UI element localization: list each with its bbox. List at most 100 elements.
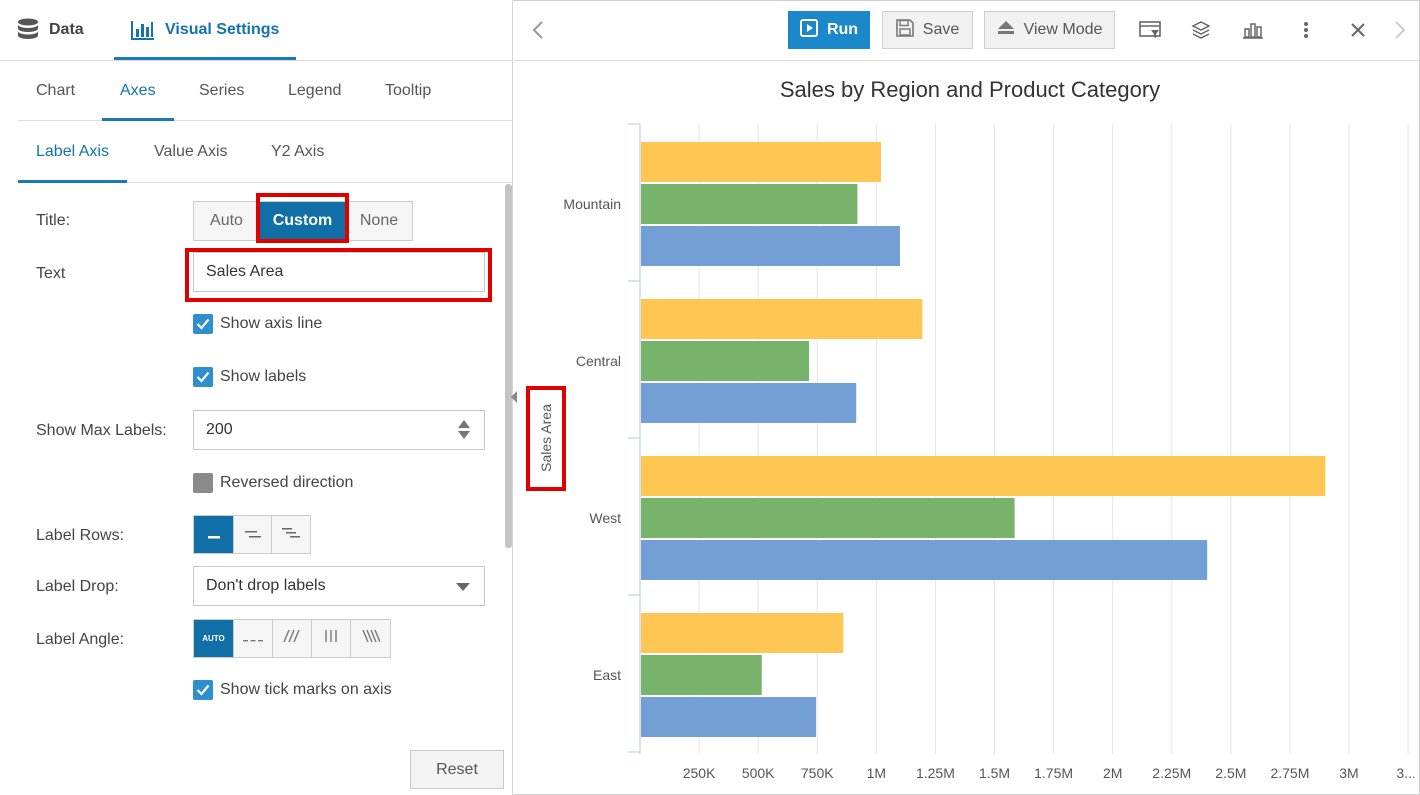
- eject-icon: [997, 20, 1015, 41]
- tab-series[interactable]: Series: [199, 61, 244, 120]
- column-chart-icon[interactable]: [1239, 16, 1267, 44]
- max-labels-label: Show Max Labels:: [36, 422, 167, 439]
- layers-icon[interactable]: [1187, 16, 1215, 44]
- max-labels-value: 200: [206, 421, 233, 438]
- settings-tabs: Chart Axes Series Legend Tooltip: [18, 61, 512, 121]
- checkmark-icon: [193, 367, 213, 387]
- unchecked-box-icon: [193, 473, 213, 493]
- tab-legend[interactable]: Legend: [288, 61, 341, 120]
- tab-data[interactable]: Data: [17, 0, 84, 60]
- label-drop-select[interactable]: Don't drop labels: [193, 566, 485, 606]
- label-angle-toggle: AUTO: [193, 619, 391, 658]
- bar-mountain-series-3[interactable]: [641, 226, 900, 266]
- tab-label-axis[interactable]: Label Axis: [18, 121, 127, 183]
- form-scrollbar-thumb[interactable]: [505, 184, 512, 548]
- tab-axes[interactable]: Axes: [102, 61, 173, 121]
- bar-west-series-1[interactable]: [641, 456, 1326, 496]
- chart-title: Sales by Region and Product Category: [779, 77, 1161, 102]
- checkmark-icon: [193, 314, 213, 334]
- checkmark-icon: [193, 680, 213, 700]
- category-label-west: West: [589, 510, 621, 526]
- one-row-icon: [207, 526, 220, 544]
- run-button[interactable]: Run: [788, 11, 870, 49]
- angle-horizontal-option[interactable]: [234, 620, 273, 657]
- x-tick-label: 250K: [683, 765, 716, 781]
- label-angle-label: Label Angle:: [36, 631, 125, 648]
- run-label: Run: [826, 21, 859, 38]
- bar-mountain-series-1[interactable]: [641, 142, 882, 182]
- show-tick-marks-checkbox[interactable]: Show tick marks on axis: [193, 680, 392, 700]
- show-axis-line-checkbox[interactable]: Show axis line: [193, 314, 322, 334]
- tab-value-axis[interactable]: Value Axis: [154, 121, 228, 182]
- reversed-direction-label: Reversed direction: [220, 474, 354, 491]
- bar-east-series-3[interactable]: [641, 697, 817, 737]
- title-none-option[interactable]: None: [346, 202, 412, 240]
- bar-chart: 250K 500K 750K 1M 1.25M 1.5M 1.75M 2M 2.25M 2.5M 2…: [526, 123, 1414, 781]
- bar-central-series-2[interactable]: [641, 341, 809, 381]
- bar-east-series-1[interactable]: [641, 613, 844, 653]
- x-tick-label: 1M: [867, 765, 886, 781]
- x-tick-label: 1.75M: [1034, 765, 1073, 781]
- x-tick-label: 1.25M: [916, 765, 955, 781]
- tab-chart[interactable]: Chart: [36, 61, 75, 120]
- label-rows-one-option[interactable]: [194, 516, 234, 553]
- reversed-direction-checkbox[interactable]: Reversed direction: [193, 473, 353, 493]
- view-mode-button[interactable]: View Mode: [984, 11, 1115, 49]
- angle-auto-option[interactable]: AUTO: [194, 620, 234, 657]
- reset-button[interactable]: Reset: [410, 750, 504, 789]
- bar-central-series-3[interactable]: [641, 383, 857, 423]
- show-labels-label: Show labels: [220, 368, 307, 385]
- x-tick-label: 2.5M: [1215, 765, 1246, 781]
- chevron-right-icon[interactable]: [1386, 16, 1414, 44]
- angle-minus-45-option[interactable]: [351, 620, 390, 657]
- bar-west-series-3[interactable]: [641, 540, 1208, 580]
- show-tick-marks-label: Show tick marks on axis: [220, 681, 392, 698]
- angle-45-option[interactable]: [273, 620, 312, 657]
- three-rows-icon: [280, 526, 302, 544]
- tab-visual-settings[interactable]: Visual Settings: [113, 0, 297, 60]
- angle-minus-45-icon: [361, 629, 381, 648]
- save-label: Save: [922, 21, 960, 38]
- bar-mountain-series-2[interactable]: [641, 184, 858, 224]
- angle-90-option[interactable]: [312, 620, 351, 657]
- tab-tooltip[interactable]: Tooltip: [385, 61, 431, 120]
- y-axis-title[interactable]: Sales Area: [538, 404, 554, 472]
- bar-east-series-2[interactable]: [641, 655, 762, 695]
- more-options-icon[interactable]: [1292, 16, 1320, 44]
- text-label: Text: [36, 265, 66, 282]
- tab-y2-axis[interactable]: Y2 Axis: [271, 121, 324, 182]
- max-labels-input[interactable]: 200: [193, 410, 485, 450]
- chevron-left-icon[interactable]: [524, 16, 552, 44]
- x-tick-label: 500K: [742, 765, 775, 781]
- tab-data-label: Data: [49, 21, 84, 38]
- save-button[interactable]: Save: [882, 11, 973, 49]
- x-tick-label: 750K: [801, 765, 834, 781]
- angle-90-icon: [324, 629, 338, 648]
- label-drop-label: Label Drop:: [36, 578, 119, 595]
- title-auto-option[interactable]: Auto: [194, 202, 260, 240]
- bar-central-series-1[interactable]: [641, 299, 923, 339]
- angle-0-icon: [243, 630, 263, 648]
- chart-toolbar: Run Save View Mode: [514, 0, 1419, 61]
- label-rows-label: Label Rows:: [36, 527, 125, 544]
- axis-title-input[interactable]: Sales Area: [193, 252, 485, 292]
- show-labels-checkbox[interactable]: Show labels: [193, 367, 306, 387]
- axis-title-input-value: Sales Area: [206, 263, 284, 280]
- bar-chart-icon: [131, 20, 155, 40]
- close-icon[interactable]: [1344, 16, 1372, 44]
- title-custom-option[interactable]: Custom: [260, 202, 346, 240]
- label-axis-form: Title: Auto Custom None Text Sales Area …: [0, 184, 505, 795]
- label-rows-three-option[interactable]: [272, 516, 310, 553]
- x-tick-label: 1.5M: [979, 765, 1010, 781]
- angle-45-icon: [283, 629, 301, 648]
- tab-visual-settings-label: Visual Settings: [165, 21, 280, 38]
- label-rows-two-option[interactable]: [234, 516, 272, 553]
- play-icon: [799, 18, 818, 42]
- x-tick-label: 2.75M: [1270, 765, 1309, 781]
- category-label-central: Central: [576, 353, 621, 369]
- axis-tabs: Label Axis Value Axis Y2 Axis: [18, 121, 512, 183]
- bar-west-series-2[interactable]: [641, 498, 1015, 538]
- x-tick-label: 2M: [1103, 765, 1122, 781]
- filter-panel-icon[interactable]: [1136, 16, 1164, 44]
- spinner-arrows-icon[interactable]: [458, 420, 470, 439]
